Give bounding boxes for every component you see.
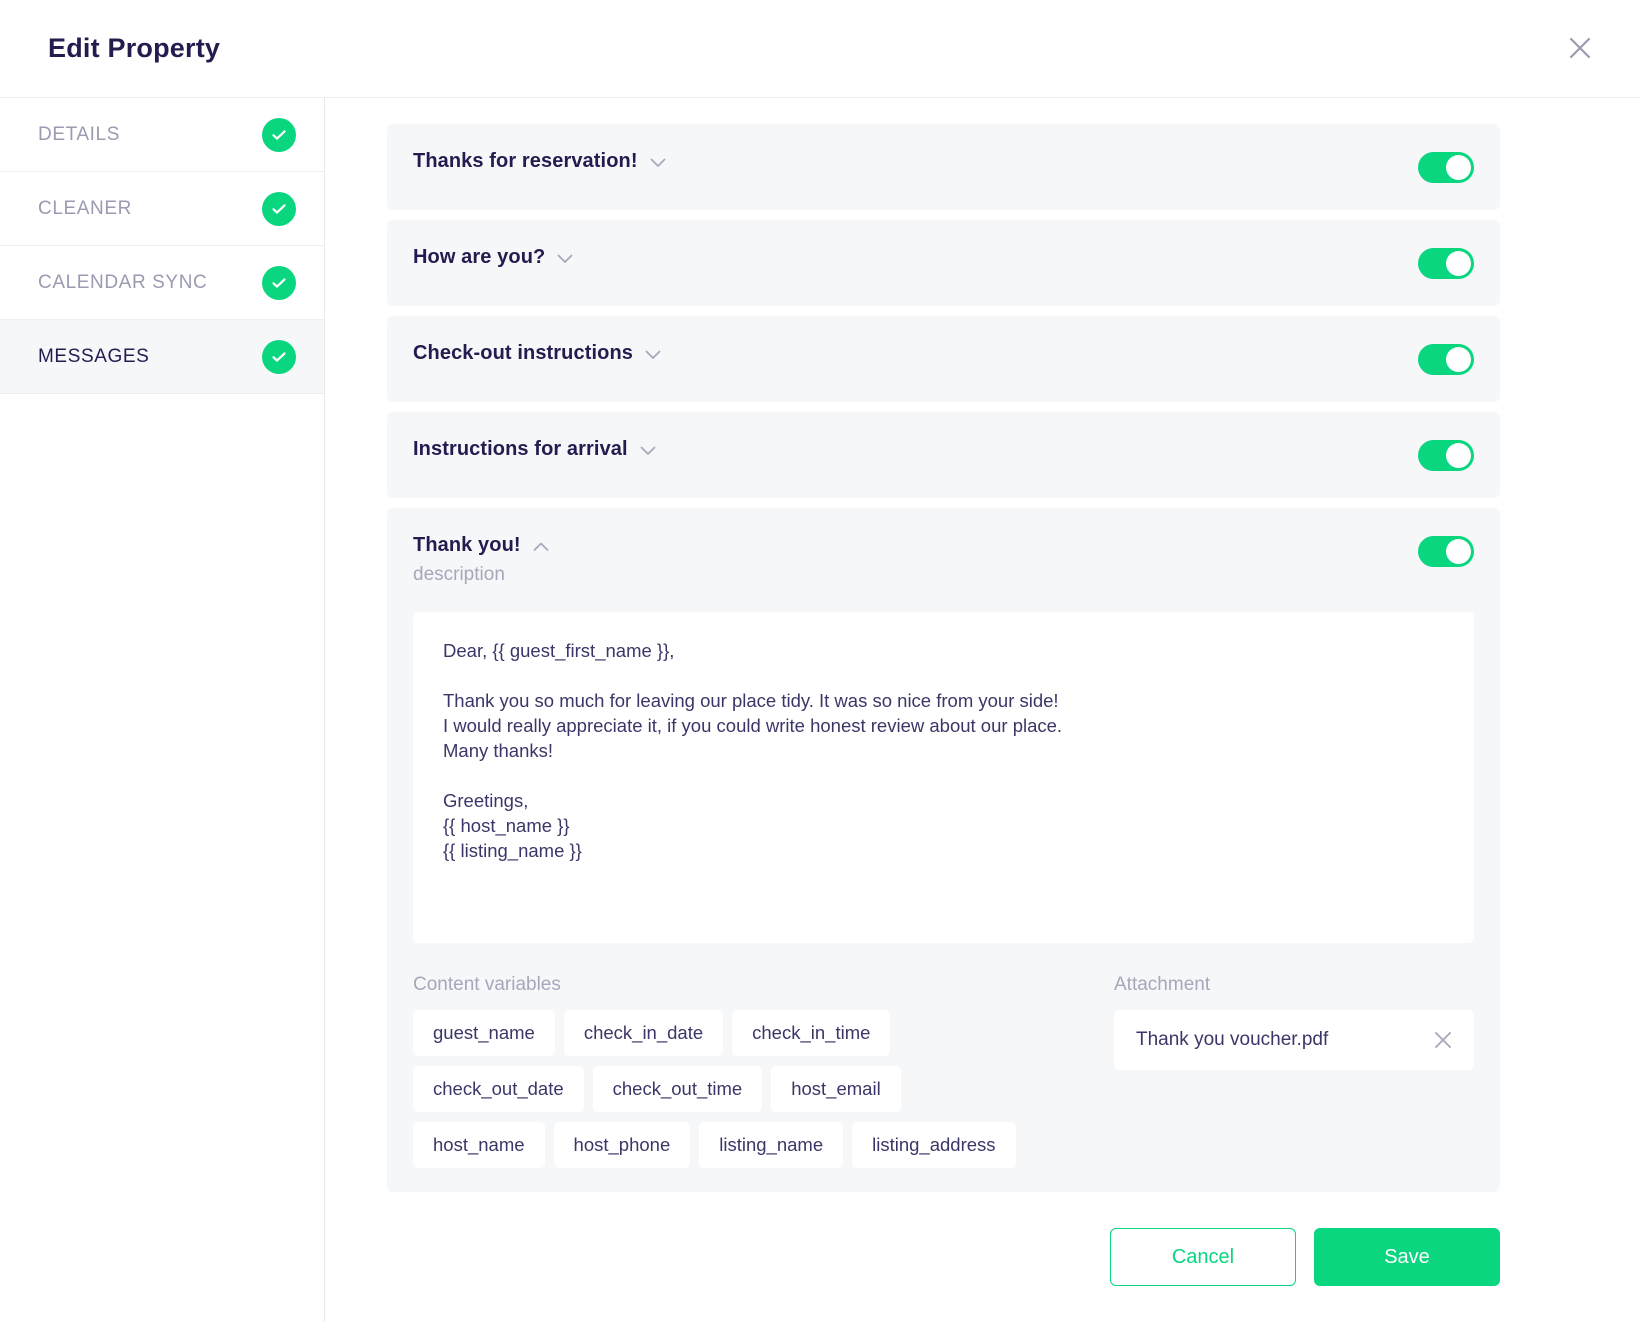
- messages-panel: Thanks for reservation! How are you? Che…: [325, 98, 1640, 1322]
- variable-chip[interactable]: host_phone: [553, 1122, 691, 1168]
- messages-list: Thanks for reservation! How are you? Che…: [325, 98, 1640, 1202]
- close-icon[interactable]: [1560, 28, 1600, 68]
- message-card: Check-out instructions: [387, 316, 1500, 402]
- message-enabled-toggle[interactable]: [1418, 248, 1474, 279]
- message-header-toggle[interactable]: Thank you! description: [387, 508, 1500, 612]
- variable-chip[interactable]: listing_address: [852, 1122, 1016, 1168]
- check-circle-icon: [262, 117, 296, 152]
- sidebar-item-calendar-sync[interactable]: CALENDAR SYNC: [0, 246, 324, 320]
- attachment-label: Attachment: [1114, 974, 1211, 995]
- sidebar-item-label: MESSAGES: [38, 345, 150, 367]
- page-title: Edit Property: [48, 33, 221, 63]
- chevron-down-icon[interactable]: [650, 158, 666, 168]
- variable-chip[interactable]: check_in_time: [732, 1010, 891, 1056]
- content-variables-section: Content variables guest_name check_in_da…: [413, 974, 1084, 1168]
- variable-chip[interactable]: host_name: [413, 1122, 545, 1168]
- sidebar-filler: [0, 394, 324, 1322]
- modal-header: Edit Property: [0, 0, 1640, 97]
- close-icon[interactable]: [1430, 1027, 1456, 1053]
- check-circle-icon: [262, 191, 296, 226]
- message-enabled-toggle[interactable]: [1418, 344, 1474, 375]
- message-card-expanded: Thank you! description Dear, {{guest_fi…: [387, 508, 1500, 1192]
- sidebar-item-details[interactable]: DETAILS: [0, 98, 324, 172]
- message-title: Check-out instructions: [413, 342, 633, 364]
- message-title: Instructions for arrival: [413, 438, 628, 460]
- modal-body: DETAILS CLEANER CALENDAR SYNC MESSAGES T…: [0, 97, 1640, 1322]
- message-header-toggle[interactable]: Check-out instructions: [387, 316, 1500, 402]
- message-header-toggle[interactable]: How are you?: [387, 220, 1500, 306]
- variable-chip[interactable]: check_in_date: [563, 1010, 724, 1056]
- sidebar-item-cleaner[interactable]: CLEANER: [0, 172, 324, 246]
- sidebar-item-label: CALENDAR SYNC: [38, 271, 208, 293]
- sidebar-item-label: DETAILS: [38, 123, 120, 145]
- chevron-down-icon[interactable]: [557, 254, 573, 264]
- chevron-up-icon[interactable]: [533, 542, 549, 552]
- check-circle-icon: [262, 339, 296, 374]
- message-enabled-toggle[interactable]: [1418, 440, 1474, 471]
- message-text-input[interactable]: [413, 612, 1474, 943]
- variable-chip[interactable]: host_email: [771, 1066, 901, 1112]
- sidebar-item-messages[interactable]: MESSAGES: [0, 320, 324, 394]
- message-card: How are you?: [387, 220, 1500, 306]
- message-card: Instructions for arrival: [387, 412, 1500, 498]
- message-body: Content variables guest_name check_in_da…: [387, 612, 1500, 1192]
- attachment-file-name: Thank you voucher.pdf: [1136, 1029, 1329, 1050]
- sidebar-item-label: CLEANER: [38, 197, 132, 219]
- modal-footer: Cancel Save: [325, 1202, 1640, 1322]
- message-extras: Content variables guest_name check_in_da…: [413, 974, 1474, 1168]
- message-header-toggle[interactable]: Thanks for reservation!: [387, 124, 1500, 210]
- message-header-toggle[interactable]: Instructions for arrival: [387, 412, 1500, 498]
- message-enabled-toggle[interactable]: [1418, 152, 1474, 183]
- message-enabled-toggle[interactable]: [1418, 536, 1474, 567]
- variable-chip[interactable]: check_out_time: [592, 1066, 763, 1112]
- variable-chip[interactable]: check_out_date: [413, 1066, 584, 1112]
- content-variables-list: guest_name check_in_date check_in_time c…: [413, 1010, 1033, 1168]
- message-title: How are you?: [413, 246, 546, 268]
- check-circle-icon: [262, 265, 296, 300]
- content-variables-label: Content variables: [413, 974, 561, 995]
- variable-chip[interactable]: guest_name: [413, 1010, 555, 1056]
- message-description: description: [413, 564, 505, 585]
- chevron-down-icon[interactable]: [640, 446, 656, 456]
- sidebar: DETAILS CLEANER CALENDAR SYNC MESSAGES: [0, 98, 325, 1322]
- attachment-item: Thank you voucher.pdf: [1114, 1010, 1474, 1070]
- attachment-section: Attachment Thank you voucher.pdf: [1114, 974, 1474, 1168]
- message-card: Thanks for reservation!: [387, 124, 1500, 210]
- chevron-down-icon[interactable]: [645, 350, 661, 360]
- cancel-button[interactable]: Cancel: [1110, 1228, 1296, 1286]
- variable-chip[interactable]: listing_name: [699, 1122, 844, 1168]
- edit-property-modal: Edit Property DETAILS CLEANER CALENDAR S…: [0, 0, 1640, 1322]
- message-title: Thanks for reservation!: [413, 150, 638, 172]
- message-title: Thank you!: [413, 534, 521, 556]
- save-button[interactable]: Save: [1314, 1228, 1500, 1286]
